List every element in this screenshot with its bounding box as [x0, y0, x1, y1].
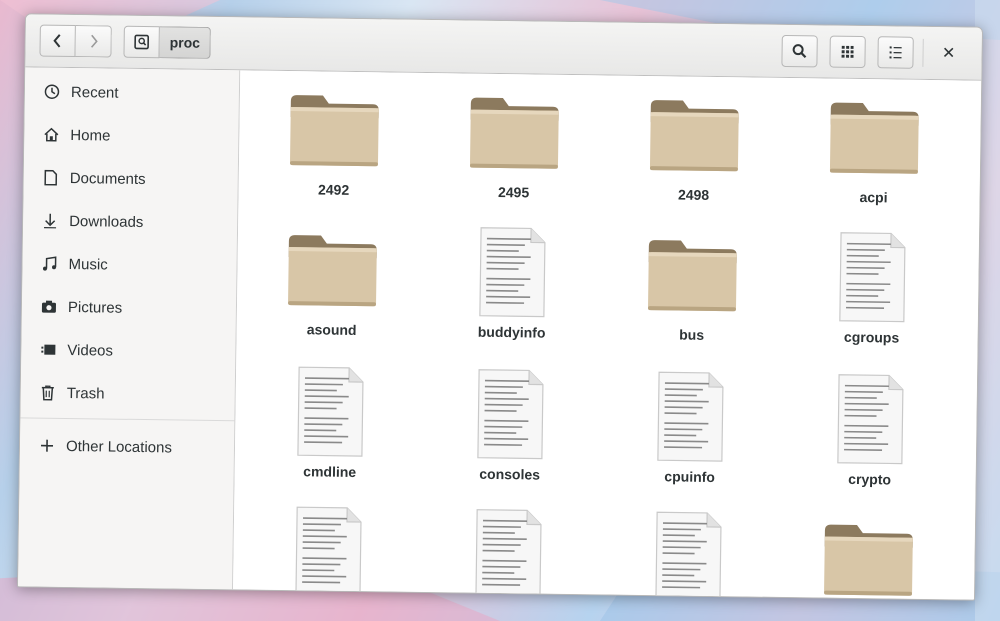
file-name-label: 2498 — [677, 186, 710, 203]
folder-item[interactable]: asound — [256, 221, 408, 353]
view-options-button[interactable] — [877, 36, 914, 69]
file-name-label: asound — [306, 321, 357, 338]
folder-item[interactable]: 2495 — [438, 83, 590, 215]
file-name-label: crypto — [848, 470, 892, 488]
sidebar-item-videos[interactable]: Videos — [21, 329, 236, 372]
trash-icon — [39, 384, 57, 402]
back-button[interactable] — [39, 24, 76, 58]
folder-icon — [439, 83, 590, 181]
folder-icon — [799, 88, 950, 186]
folder-icon — [619, 86, 770, 184]
sidebar-item-label: Videos — [67, 341, 114, 360]
download-icon — [41, 212, 59, 230]
document-icon — [42, 169, 60, 187]
sidebar-item-label: Pictures — [67, 298, 123, 317]
folder-icon — [617, 226, 768, 324]
file-name-label: bus — [679, 326, 705, 343]
close-icon: ✕ — [941, 45, 956, 63]
file-item[interactable]: crypto — [794, 370, 946, 502]
file-name-label: 2492 — [317, 181, 350, 198]
file-name-label: acpi — [859, 189, 888, 206]
sidebar-item-label: Music — [68, 255, 108, 274]
file-name-label: cmdline — [303, 463, 357, 481]
sidebar-item-trash[interactable]: Trash — [20, 372, 235, 415]
chevron-right-icon — [90, 34, 98, 48]
file-item[interactable]: consoles — [434, 365, 586, 497]
file-item[interactable] — [612, 508, 764, 601]
path-crumb-current[interactable]: proc — [159, 26, 212, 59]
search-button[interactable] — [781, 34, 818, 68]
sidebar-item-pictures[interactable]: Pictures — [22, 286, 237, 329]
navigation-buttons — [39, 24, 112, 58]
sidebar-item-other-locations[interactable]: Other Locations — [20, 425, 235, 468]
file-item[interactable]: cpuinfo — [614, 368, 766, 500]
folder-item[interactable]: acpi — [798, 88, 950, 220]
file-name-label: buddyinfo — [477, 323, 546, 341]
folder-item[interactable]: 2492 — [258, 81, 410, 213]
path-bar: proc — [123, 25, 212, 59]
sidebar-item-label: Home — [70, 126, 111, 145]
clock-icon — [43, 83, 61, 101]
folder-icon — [793, 510, 944, 601]
places-sidebar: Recent Home Documents Downloads Music Pi… — [18, 67, 241, 590]
file-icon-view: 2492 2495 2498 acpi asound buddyinfo bus cgroup… — [233, 70, 982, 601]
text-file-icon — [797, 228, 948, 326]
file-name-label: consoles — [479, 465, 541, 483]
file-item[interactable] — [252, 503, 404, 601]
header-separator — [922, 38, 924, 67]
sidebar-item-recent[interactable]: Recent — [25, 71, 240, 114]
sidebar-divider — [20, 417, 235, 422]
folder-item[interactable] — [792, 510, 944, 601]
plus-icon — [38, 437, 56, 455]
home-icon — [42, 126, 60, 144]
file-name-label: cpuinfo — [664, 468, 716, 486]
sidebar-item-label: Documents — [69, 169, 146, 188]
file-name-label: cgroups — [843, 328, 900, 346]
view-options-icon — [889, 46, 902, 59]
chevron-left-icon — [53, 34, 61, 48]
file-name-label: 2495 — [497, 183, 530, 201]
text-file-icon — [435, 365, 586, 463]
file-item[interactable]: cmdline — [254, 363, 406, 495]
text-file-icon — [795, 370, 946, 468]
folder-icon — [257, 221, 408, 319]
file-manager-window: proc ✕ Recent Home Documents Downloads M… — [17, 13, 983, 601]
text-file-icon — [253, 503, 404, 601]
sidebar-item-label: Other Locations — [65, 437, 173, 456]
video-icon — [39, 341, 57, 359]
forward-button[interactable] — [75, 25, 112, 58]
file-item[interactable]: cgroups — [796, 228, 948, 360]
text-file-icon — [613, 508, 764, 601]
text-file-icon — [255, 363, 406, 461]
text-file-icon — [615, 368, 766, 466]
sidebar-item-label: Recent — [70, 83, 119, 102]
sidebar-item-home[interactable]: Home — [24, 114, 239, 157]
folder-item[interactable]: bus — [616, 226, 768, 358]
home-folder-icon — [134, 34, 150, 50]
folder-icon — [259, 81, 410, 179]
camera-icon — [40, 298, 58, 316]
close-button[interactable]: ✕ — [935, 40, 961, 66]
sidebar-item-documents[interactable]: Documents — [23, 157, 238, 200]
sidebar-item-downloads[interactable]: Downloads — [23, 200, 238, 243]
text-file-icon — [433, 505, 584, 601]
sidebar-item-label: Trash — [66, 384, 105, 402]
view-mode-button[interactable] — [829, 35, 866, 69]
file-item[interactable] — [432, 505, 584, 601]
grid-view-icon — [841, 45, 854, 58]
text-file-icon — [437, 223, 588, 321]
search-icon — [792, 44, 807, 59]
sidebar-item-label: Downloads — [69, 212, 144, 231]
folder-item[interactable]: 2498 — [618, 86, 770, 218]
music-icon — [40, 255, 58, 273]
path-root-button[interactable] — [123, 25, 160, 59]
sidebar-item-music[interactable]: Music — [22, 243, 237, 286]
file-item[interactable]: buddyinfo — [436, 223, 588, 355]
